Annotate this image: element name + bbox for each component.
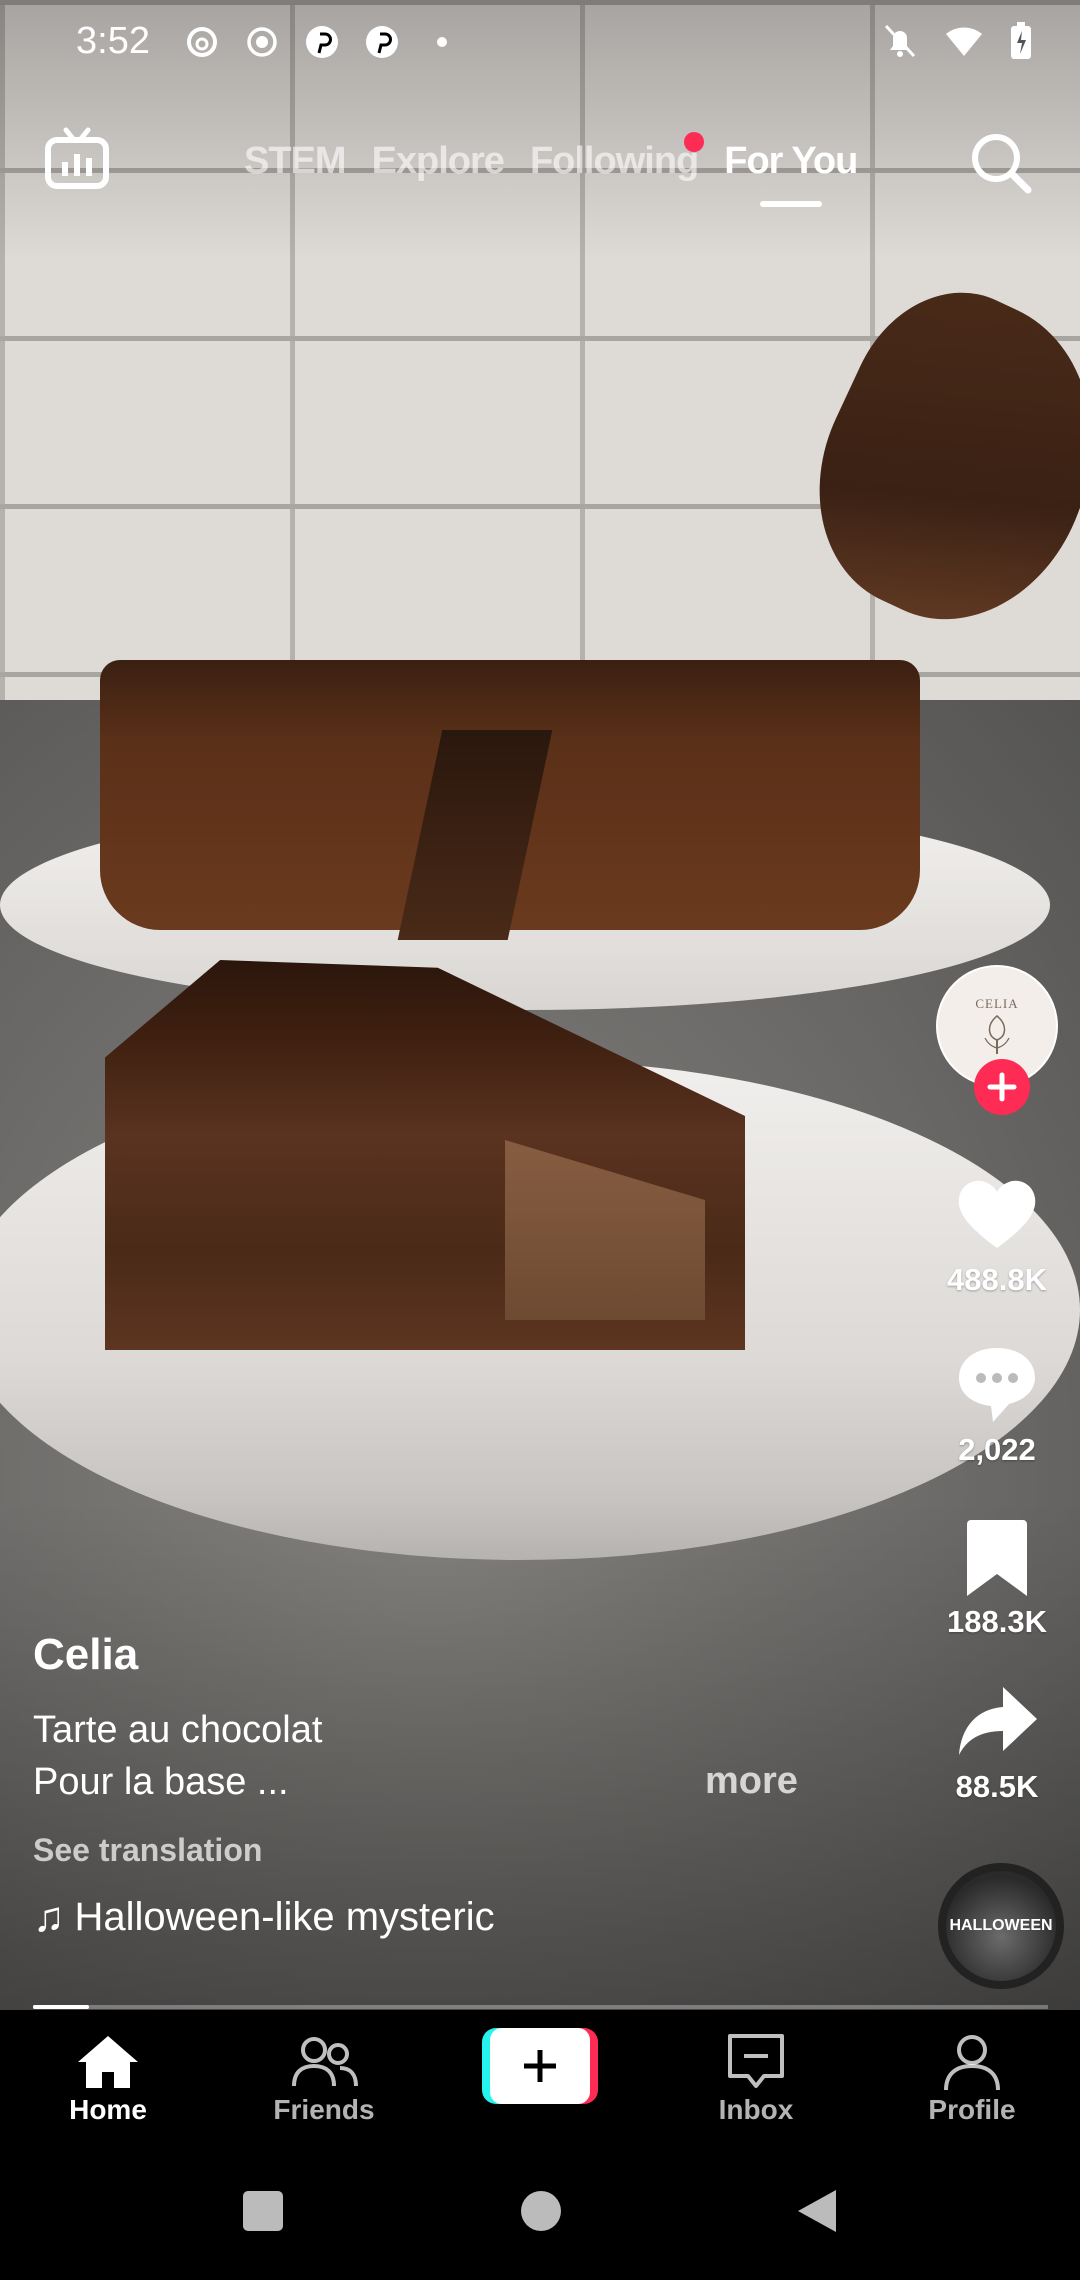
comment-count: 2,022 xyxy=(958,1432,1036,1467)
back-button[interactable] xyxy=(794,2188,840,2239)
save-count: 188.3K xyxy=(947,1604,1047,1639)
notification-dot xyxy=(684,132,705,152)
tab-stem[interactable]: STEM xyxy=(244,140,347,183)
triangle-back-icon xyxy=(798,2190,836,2232)
profile-icon xyxy=(944,2035,1000,2091)
more-button[interactable]: more xyxy=(705,1760,798,1803)
tab-for-you-label: For You xyxy=(724,140,858,182)
bookmark-icon xyxy=(967,1520,1027,1596)
threads-icon xyxy=(182,22,222,62)
comment-icon xyxy=(959,1348,1035,1422)
circle-icon xyxy=(521,2191,561,2231)
share-count: 88.5K xyxy=(955,1769,1039,1804)
music-disc[interactable]: HALLOWEEN xyxy=(938,1863,1064,1989)
status-time: 3:52 xyxy=(76,20,150,62)
tv-icon[interactable] xyxy=(44,126,110,192)
pinterest-icon xyxy=(302,22,342,62)
active-tab-indicator xyxy=(759,201,822,207)
creator-avatar-button[interactable]: CELIA xyxy=(936,965,1058,1115)
music-note-icon: ♫ xyxy=(33,1893,65,1940)
plus-icon xyxy=(987,1072,1017,1102)
nav-profile-label: Profile xyxy=(928,2094,1016,2125)
share-arrow-icon xyxy=(959,1687,1037,1755)
dot-icon xyxy=(422,22,462,62)
friends-icon xyxy=(292,2037,358,2087)
see-translation-button[interactable]: See translation xyxy=(33,1832,823,1869)
heart-icon xyxy=(958,1180,1036,1248)
post-caption: Celia Tarte au chocolat Pour la base ...… xyxy=(33,1630,823,1941)
create-button[interactable] xyxy=(482,2028,598,2104)
home-icon xyxy=(78,2036,138,2088)
nav-home-label: Home xyxy=(69,2094,147,2125)
video-progress-fill xyxy=(33,2005,89,2009)
tab-explore[interactable]: Explore xyxy=(372,140,505,183)
tab-following-label: Following xyxy=(529,140,699,182)
mute-icon xyxy=(882,22,918,65)
square-icon xyxy=(243,2191,283,2231)
nav-inbox[interactable]: Inbox xyxy=(676,2032,836,2126)
top-navigation: STEM Explore Following For You xyxy=(0,110,1080,230)
whisk-icon xyxy=(984,1015,1010,1054)
pinterest-icon xyxy=(362,22,402,62)
author-name[interactable]: Celia xyxy=(33,1630,823,1680)
feed-tabs: STEM Explore Following For You xyxy=(244,132,858,207)
nav-profile[interactable]: Profile xyxy=(892,2032,1052,2126)
home-system-button[interactable] xyxy=(518,2188,564,2239)
status-left-icons xyxy=(182,22,462,62)
music-disc-label: HALLOWEEN xyxy=(949,1917,1053,1934)
inbox-icon xyxy=(728,2034,784,2088)
follow-button[interactable] xyxy=(974,1059,1030,1115)
recents-button[interactable] xyxy=(240,2188,286,2239)
like-button[interactable]: 488.8K xyxy=(930,1170,1064,1298)
description-line-1: Tarte au chocolat xyxy=(33,1709,323,1751)
tab-for-you[interactable]: For You xyxy=(724,140,858,207)
nav-friends[interactable]: Friends xyxy=(244,2032,404,2126)
share-button[interactable]: 88.5K xyxy=(930,1677,1064,1805)
create-button-face xyxy=(490,2028,590,2104)
nav-home[interactable]: Home xyxy=(28,2032,188,2126)
plus-icon xyxy=(524,2050,556,2082)
status-bar: 3:52 xyxy=(0,0,1080,86)
status-right-icons xyxy=(882,22,1032,65)
nav-friends-label: Friends xyxy=(273,2094,375,2125)
search-icon[interactable] xyxy=(968,130,1034,196)
wifi-icon xyxy=(944,24,984,63)
sound-link[interactable]: ♫ Halloween-like mysteric xyxy=(33,1893,823,1941)
like-count: 488.8K xyxy=(947,1262,1047,1297)
record-icon xyxy=(242,22,282,62)
nav-inbox-label: Inbox xyxy=(718,2094,794,2125)
comment-button[interactable]: 2,022 xyxy=(930,1340,1064,1468)
system-navigation xyxy=(0,2150,1080,2280)
save-button[interactable]: 188.3K xyxy=(930,1512,1064,1640)
sound-title: Halloween-like mysteric xyxy=(74,1894,495,1939)
avatar-logo-text: CELIA xyxy=(975,996,1019,1011)
battery-charging-icon xyxy=(1010,22,1032,65)
bottom-navigation: Home Friends Inbox Profile xyxy=(0,2010,1080,2150)
tab-following[interactable]: Following xyxy=(529,132,705,183)
video-progress-bar[interactable] xyxy=(33,2005,1048,2009)
